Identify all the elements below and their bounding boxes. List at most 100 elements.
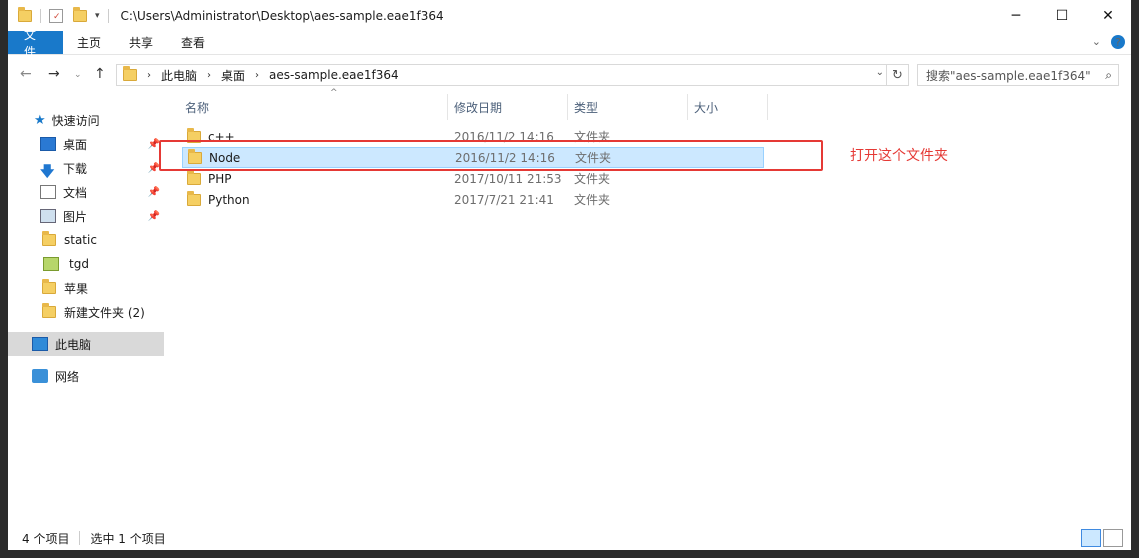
nav-item-downloads[interactable]: 🡇 下载 📌 xyxy=(8,156,164,181)
nav-item-desktop[interactable]: 桌面 📌 xyxy=(8,132,164,156)
minimize-button[interactable]: ─ xyxy=(993,0,1039,31)
nav-label: 快速访问 xyxy=(51,113,100,128)
new-folder-icon[interactable] xyxy=(73,6,87,22)
pin-icon[interactable]: 📌 xyxy=(148,211,160,222)
nav-item-pictures[interactable]: 图片 📌 xyxy=(8,204,164,228)
properties-icon[interactable]: ✓ xyxy=(49,8,63,23)
nav-item-apple[interactable]: 苹果 xyxy=(8,276,164,300)
file-row[interactable]: Python 2017/7/21 21:41 文件夹 xyxy=(182,189,764,210)
explorer-window: ✓ ▾ C:\Users\Administrator\Desktop\aes-s… xyxy=(8,0,1131,550)
view-switcher xyxy=(1081,529,1123,547)
folder-icon xyxy=(187,190,201,206)
column-divider[interactable] xyxy=(447,94,448,120)
address-row: ← → ⌄ ↑ › 此电脑 › 桌面 › aes-sample.eae1f364… xyxy=(8,56,1131,92)
column-divider[interactable] xyxy=(567,94,568,120)
maximize-button[interactable]: ☐ xyxy=(1039,0,1085,31)
chevron-right-icon[interactable]: › xyxy=(255,70,259,81)
column-type-label: 类型 xyxy=(574,100,599,115)
details-view-icon[interactable] xyxy=(1081,529,1101,547)
address-dropdown-icon[interactable]: ⌄ xyxy=(876,67,884,78)
column-date-label: 修改日期 xyxy=(454,100,503,115)
column-divider[interactable] xyxy=(687,94,688,120)
window-controls: ─ ☐ ✕ xyxy=(993,0,1131,31)
customize-toolbar-icon[interactable]: ▾ xyxy=(95,11,100,21)
nav-label: static xyxy=(64,233,97,247)
tab-view[interactable]: 查看 xyxy=(167,31,219,54)
refresh-icon: ↻ xyxy=(892,67,903,83)
ribbon-controls: ⌄ ? xyxy=(1092,35,1125,49)
desktop-icon xyxy=(40,137,56,151)
breadcrumb-desktop[interactable]: 桌面 xyxy=(221,67,245,84)
tab-home[interactable]: 主页 xyxy=(63,31,115,54)
nav-item-static[interactable]: static xyxy=(8,228,164,252)
folder-icon xyxy=(123,66,137,81)
search-icon[interactable]: ⌕ xyxy=(1105,68,1112,83)
folder-icon xyxy=(42,231,56,246)
divider xyxy=(107,8,109,23)
tab-file[interactable]: 文件 xyxy=(8,28,63,59)
column-divider[interactable] xyxy=(767,94,768,120)
network-icon xyxy=(32,369,48,383)
nav-network[interactable]: 网络 xyxy=(8,364,164,388)
document-icon xyxy=(40,185,56,199)
nav-this-pc[interactable]: 此电脑 xyxy=(8,332,164,356)
close-button[interactable]: ✕ xyxy=(1085,0,1131,31)
nav-label: 此电脑 xyxy=(55,337,92,352)
column-name[interactable]: 名称 ^ xyxy=(185,88,435,120)
breadcrumb-this-pc[interactable]: 此电脑 xyxy=(161,67,197,84)
window-title: C:\Users\Administrator\Desktop\aes-sampl… xyxy=(120,8,444,23)
large-icons-view-icon[interactable] xyxy=(1103,529,1123,547)
pin-icon[interactable]: 📌 xyxy=(148,187,160,198)
nav-quick-access[interactable]: ★ 快速访问 xyxy=(8,108,164,132)
item-count: 4 个项目 xyxy=(22,531,70,546)
file-row[interactable]: PHP 2017/10/11 21:53 文件夹 xyxy=(182,168,764,189)
search-input[interactable]: 搜索"aes-sample.eae1f364" ⌕ xyxy=(917,64,1119,86)
chevron-right-icon[interactable]: › xyxy=(147,70,151,81)
nav-label: 下载 xyxy=(63,161,88,176)
breadcrumb-folder[interactable]: aes-sample.eae1f364 xyxy=(269,68,399,82)
column-type[interactable]: 类型 xyxy=(574,94,684,120)
tab-share[interactable]: 共享 xyxy=(115,31,167,54)
up-icon[interactable]: ↑ xyxy=(94,66,106,82)
refresh-button[interactable]: ↻ xyxy=(887,64,909,86)
file-type: 文件夹 xyxy=(574,193,611,207)
ribbon-tabs: 文件 主页 共享 查看 ⌄ ? xyxy=(8,28,1131,59)
chevron-right-icon[interactable]: › xyxy=(207,70,211,81)
folder-icon xyxy=(42,279,56,294)
column-size[interactable]: 大小 xyxy=(694,94,764,120)
computer-icon xyxy=(32,337,48,351)
help-icon[interactable]: ? xyxy=(1111,35,1125,49)
column-name-label: 名称 xyxy=(185,100,210,115)
file-type: 文件夹 xyxy=(574,172,611,186)
file-date: 2017/10/11 21:53 xyxy=(454,171,562,186)
divider xyxy=(40,8,41,23)
quick-access-toolbar: ✓ ▾ xyxy=(8,6,113,23)
title-bar: ✓ ▾ C:\Users\Administrator\Desktop\aes-s… xyxy=(8,0,1131,31)
nav-item-documents[interactable]: 文档 📌 xyxy=(8,180,164,204)
forward-icon[interactable]: → xyxy=(48,66,60,82)
divider xyxy=(79,531,81,545)
column-date[interactable]: 修改日期 xyxy=(454,94,564,120)
navigation-pane: ★ 快速访问 桌面 📌 🡇 下载 📌 文档 📌 图片 📌 static tgd … xyxy=(8,92,168,522)
nav-item-new-folder-2[interactable]: 新建文件夹 (2) xyxy=(8,300,164,324)
selection-count: 选中 1 个项目 xyxy=(90,531,166,546)
nav-item-tgd[interactable]: tgd xyxy=(8,252,164,276)
folder-icon xyxy=(18,6,32,22)
annotation-box xyxy=(159,140,823,171)
pictures-icon xyxy=(40,209,56,223)
star-icon: ★ xyxy=(34,112,46,128)
nav-label: 桌面 xyxy=(63,137,88,152)
nav-label: 苹果 xyxy=(64,281,89,296)
recent-locations-icon[interactable]: ⌄ xyxy=(74,70,82,80)
nav-label: 新建文件夹 (2) xyxy=(64,305,145,320)
address-bar[interactable]: › 此电脑 › 桌面 › aes-sample.eae1f364 ⌄ xyxy=(116,64,887,86)
nav-label: 文档 xyxy=(63,185,88,200)
back-icon[interactable]: ← xyxy=(20,66,32,82)
file-date: 2017/7/21 21:41 xyxy=(454,192,554,207)
column-size-label: 大小 xyxy=(694,100,719,115)
folder-icon xyxy=(187,169,201,185)
nav-label: tgd xyxy=(69,257,89,271)
nav-label: 图片 xyxy=(63,209,88,224)
chevron-down-icon[interactable]: ⌄ xyxy=(1092,35,1101,49)
folder-icon xyxy=(42,303,56,318)
